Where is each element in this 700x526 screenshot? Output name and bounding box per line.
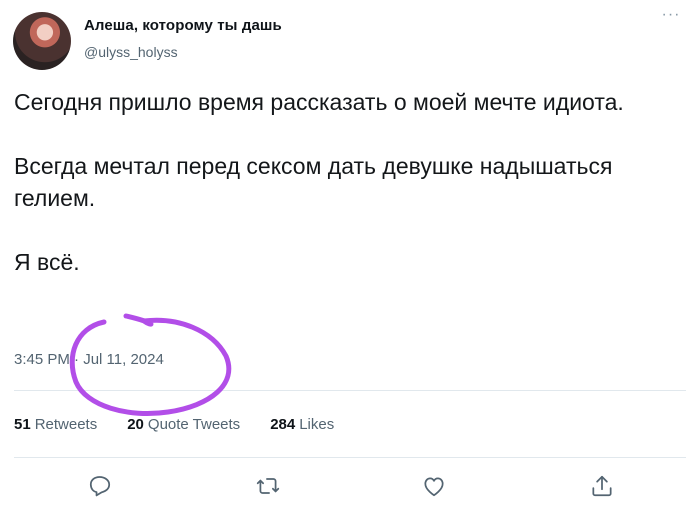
tweet-paragraph: Сегодня пришло время рассказать о моей м… bbox=[14, 89, 624, 115]
tweet-paragraph: Всегда мечтал перед сексом дать девушке … bbox=[14, 153, 613, 211]
like-icon bbox=[424, 477, 444, 497]
tweet-text: Сегодня пришло время рассказать о моей м… bbox=[14, 86, 674, 310]
share-button[interactable] bbox=[586, 470, 618, 502]
tweet-card: Алеша, которому ты дашь @ulyss_holyss ··… bbox=[0, 0, 700, 526]
tweet-actions bbox=[0, 470, 700, 502]
share-icon bbox=[592, 475, 612, 497]
tweet-date[interactable]: Jul 11, 2024 bbox=[83, 351, 164, 368]
timestamp-separator: · bbox=[74, 351, 80, 368]
tweet-paragraph: Я всё. bbox=[14, 249, 80, 275]
tweet-stats: 51 Retweets 20 Quote Tweets 284 Likes bbox=[14, 416, 364, 433]
retweet-button[interactable] bbox=[252, 470, 284, 502]
display-name[interactable]: Алеша, которому ты дашь bbox=[84, 17, 282, 34]
divider bbox=[14, 457, 686, 458]
retweets-label: Retweets bbox=[34, 416, 98, 433]
quotes-count: 20 bbox=[127, 416, 144, 433]
reply-icon bbox=[89, 476, 111, 497]
likes-count: 284 bbox=[270, 416, 296, 433]
like-button[interactable] bbox=[418, 470, 450, 502]
username-handle[interactable]: @ulyss_holyss bbox=[84, 44, 178, 60]
quotes-label: Quote Tweets bbox=[147, 416, 241, 433]
reply-button[interactable] bbox=[84, 470, 116, 502]
divider bbox=[14, 390, 686, 391]
more-dots-icon[interactable]: ··· bbox=[660, 7, 682, 26]
likes-label: Likes bbox=[299, 416, 335, 433]
tweet-timestamp: 3:45 PM · Jul 11, 2024 bbox=[14, 351, 164, 368]
avatar[interactable] bbox=[13, 12, 71, 70]
retweets-count: 51 bbox=[14, 416, 31, 433]
likes-stat[interactable]: 284 Likes bbox=[270, 416, 334, 433]
retweets-stat[interactable]: 51 Retweets bbox=[14, 416, 97, 433]
quotes-stat[interactable]: 20 Quote Tweets bbox=[127, 416, 240, 433]
retweet-icon bbox=[256, 478, 280, 494]
tweet-time[interactable]: 3:45 PM bbox=[14, 351, 70, 368]
